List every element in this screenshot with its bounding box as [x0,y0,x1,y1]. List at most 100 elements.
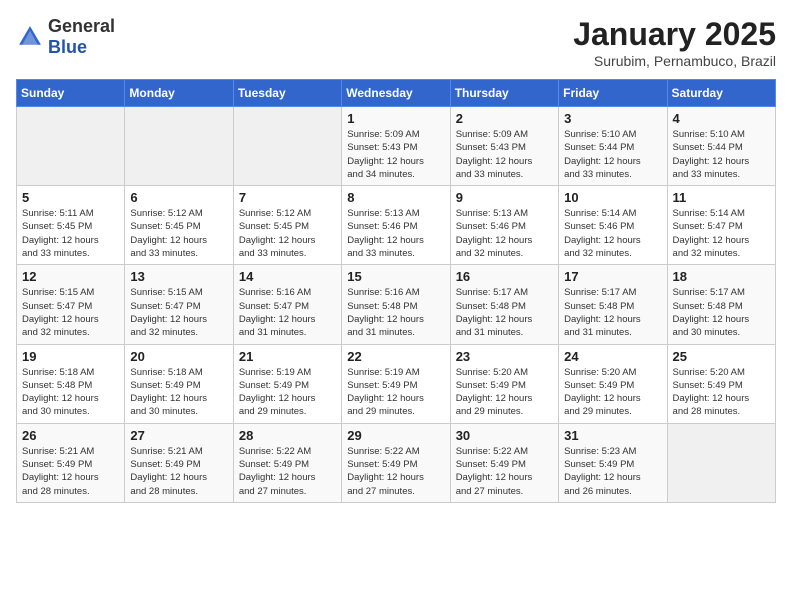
logo: General Blue [16,16,115,58]
weekday-header-row: SundayMondayTuesdayWednesdayThursdayFrid… [17,80,776,107]
calendar-cell: 26Sunrise: 5:21 AM Sunset: 5:49 PM Dayli… [17,423,125,502]
day-number: 22 [347,349,444,364]
day-info: Sunrise: 5:22 AM Sunset: 5:49 PM Dayligh… [239,445,336,498]
day-info: Sunrise: 5:17 AM Sunset: 5:48 PM Dayligh… [564,286,661,339]
calendar-cell: 9Sunrise: 5:13 AM Sunset: 5:46 PM Daylig… [450,186,558,265]
day-info: Sunrise: 5:17 AM Sunset: 5:48 PM Dayligh… [456,286,553,339]
day-number: 26 [22,428,119,443]
day-info: Sunrise: 5:14 AM Sunset: 5:46 PM Dayligh… [564,207,661,260]
day-number: 6 [130,190,227,205]
day-info: Sunrise: 5:23 AM Sunset: 5:49 PM Dayligh… [564,445,661,498]
day-number: 2 [456,111,553,126]
day-info: Sunrise: 5:19 AM Sunset: 5:49 PM Dayligh… [239,366,336,419]
day-number: 9 [456,190,553,205]
calendar-cell: 3 Sunrise: 5:10 AM Sunset: 5:44 PM Daylig… [559,107,667,186]
weekday-header-saturday: Saturday [667,80,775,107]
calendar-cell: 4 Sunrise: 5:10 AM Sunset: 5:44 PM Daylig… [667,107,775,186]
day-info: Sunrise: 5:12 AM Sunset: 5:45 PM Dayligh… [239,207,336,260]
day-info: Sunrise: 5:10 AM Sunset: 5:44 PM Dayligh… [564,128,661,181]
calendar-cell: 16 Sunrise: 5:17 AM Sunset: 5:48 PM Dayli… [450,265,558,344]
header: General Blue January 2025 Surubim, Perna… [16,16,776,69]
day-info: Sunrise: 5:20 AM Sunset: 5:49 PM Dayligh… [673,366,770,419]
day-info: Sunrise: 5:16 AM Sunset: 5:47 PM Dayligh… [239,286,336,339]
calendar-cell: 10 Sunrise: 5:14 AM Sunset: 5:46 PM Dayli… [559,186,667,265]
calendar-week-2: 5 Sunrise: 5:11 AM Sunset: 5:45 PM Daylig… [17,186,776,265]
month-title: January 2025 [573,16,776,53]
logo-general: General [48,16,115,36]
weekday-header-tuesday: Tuesday [233,80,341,107]
calendar-cell: 12 Sunrise: 5:15 AM Sunset: 5:47 PM Dayli… [17,265,125,344]
day-number: 11 [673,190,770,205]
calendar-cell: 15 Sunrise: 5:16 AM Sunset: 5:48 PM Dayli… [342,265,450,344]
calendar-week-3: 12 Sunrise: 5:15 AM Sunset: 5:47 PM Dayli… [17,265,776,344]
day-info: Sunrise: 5:18 AM Sunset: 5:49 PM Dayligh… [130,366,227,419]
calendar-cell: 1Sunrise: 5:09 AM Sunset: 5:43 PM Daylig… [342,107,450,186]
calendar-cell: 7 Sunrise: 5:12 AM Sunset: 5:45 PM Daylig… [233,186,341,265]
day-info: Sunrise: 5:20 AM Sunset: 5:49 PM Dayligh… [456,366,553,419]
logo-blue: Blue [48,37,87,57]
calendar-cell: 31 Sunrise: 5:23 AM Sunset: 5:49 PM Dayli… [559,423,667,502]
day-number: 25 [673,349,770,364]
day-number: 5 [22,190,119,205]
calendar-header: SundayMondayTuesdayWednesdayThursdayFrid… [17,80,776,107]
day-info: Sunrise: 5:11 AM Sunset: 5:45 PM Dayligh… [22,207,119,260]
day-number: 21 [239,349,336,364]
calendar-cell [667,423,775,502]
calendar-cell: 11Sunrise: 5:14 AM Sunset: 5:47 PM Dayli… [667,186,775,265]
day-number: 7 [239,190,336,205]
calendar-cell [233,107,341,186]
day-info: Sunrise: 5:22 AM Sunset: 5:49 PM Dayligh… [347,445,444,498]
weekday-header-thursday: Thursday [450,80,558,107]
calendar-cell: 14Sunrise: 5:16 AM Sunset: 5:47 PM Dayli… [233,265,341,344]
day-number: 19 [22,349,119,364]
calendar-cell: 2 Sunrise: 5:09 AM Sunset: 5:43 PM Daylig… [450,107,558,186]
calendar-cell: 13 Sunrise: 5:15 AM Sunset: 5:47 PM Dayli… [125,265,233,344]
calendar-week-5: 26 Sunrise: 5:21 AM Sunset: 5:49 PM Dayli… [17,423,776,502]
day-number: 31 [564,428,661,443]
day-info: Sunrise: 5:10 AM Sunset: 5:44 PM Dayligh… [673,128,770,181]
day-info: Sunrise: 5:09 AM Sunset: 5:43 PM Dayligh… [347,128,444,181]
day-number: 12 [22,269,119,284]
weekday-header-monday: Monday [125,80,233,107]
day-number: 16 [456,269,553,284]
day-info: Sunrise: 5:21 AM Sunset: 5:49 PM Dayligh… [130,445,227,498]
calendar-cell: 30Sunrise: 5:22 AM Sunset: 5:49 PM Dayli… [450,423,558,502]
day-number: 4 [673,111,770,126]
title-area: January 2025 Surubim, Pernambuco, Brazil [573,16,776,69]
weekday-header-friday: Friday [559,80,667,107]
day-number: 27 [130,428,227,443]
day-info: Sunrise: 5:12 AM Sunset: 5:45 PM Dayligh… [130,207,227,260]
calendar-body: 1Sunrise: 5:09 AM Sunset: 5:43 PM Daylig… [17,107,776,503]
calendar-cell: 6 Sunrise: 5:12 AM Sunset: 5:45 PM Daylig… [125,186,233,265]
weekday-header-sunday: Sunday [17,80,125,107]
day-number: 15 [347,269,444,284]
calendar-cell: 27 Sunrise: 5:21 AM Sunset: 5:49 PM Dayli… [125,423,233,502]
day-number: 3 [564,111,661,126]
calendar-cell [17,107,125,186]
day-info: Sunrise: 5:15 AM Sunset: 5:47 PM Dayligh… [22,286,119,339]
calendar-week-4: 19Sunrise: 5:18 AM Sunset: 5:48 PM Dayli… [17,344,776,423]
calendar-table: SundayMondayTuesdayWednesdayThursdayFrid… [16,79,776,503]
day-info: Sunrise: 5:16 AM Sunset: 5:48 PM Dayligh… [347,286,444,339]
day-number: 28 [239,428,336,443]
calendar-cell [125,107,233,186]
calendar-cell: 18Sunrise: 5:17 AM Sunset: 5:48 PM Dayli… [667,265,775,344]
calendar-cell: 21 Sunrise: 5:19 AM Sunset: 5:49 PM Dayli… [233,344,341,423]
calendar-cell: 8Sunrise: 5:13 AM Sunset: 5:46 PM Daylig… [342,186,450,265]
logo-icon [16,23,44,51]
day-info: Sunrise: 5:15 AM Sunset: 5:47 PM Dayligh… [130,286,227,339]
day-number: 24 [564,349,661,364]
weekday-header-wednesday: Wednesday [342,80,450,107]
day-info: Sunrise: 5:09 AM Sunset: 5:43 PM Dayligh… [456,128,553,181]
day-number: 23 [456,349,553,364]
calendar-cell: 19Sunrise: 5:18 AM Sunset: 5:48 PM Dayli… [17,344,125,423]
day-info: Sunrise: 5:22 AM Sunset: 5:49 PM Dayligh… [456,445,553,498]
calendar-cell: 17 Sunrise: 5:17 AM Sunset: 5:48 PM Dayli… [559,265,667,344]
day-number: 10 [564,190,661,205]
day-number: 17 [564,269,661,284]
subtitle: Surubim, Pernambuco, Brazil [573,53,776,69]
day-number: 13 [130,269,227,284]
calendar-cell: 29 Sunrise: 5:22 AM Sunset: 5:49 PM Dayli… [342,423,450,502]
calendar-cell: 22Sunrise: 5:19 AM Sunset: 5:49 PM Dayli… [342,344,450,423]
day-number: 29 [347,428,444,443]
